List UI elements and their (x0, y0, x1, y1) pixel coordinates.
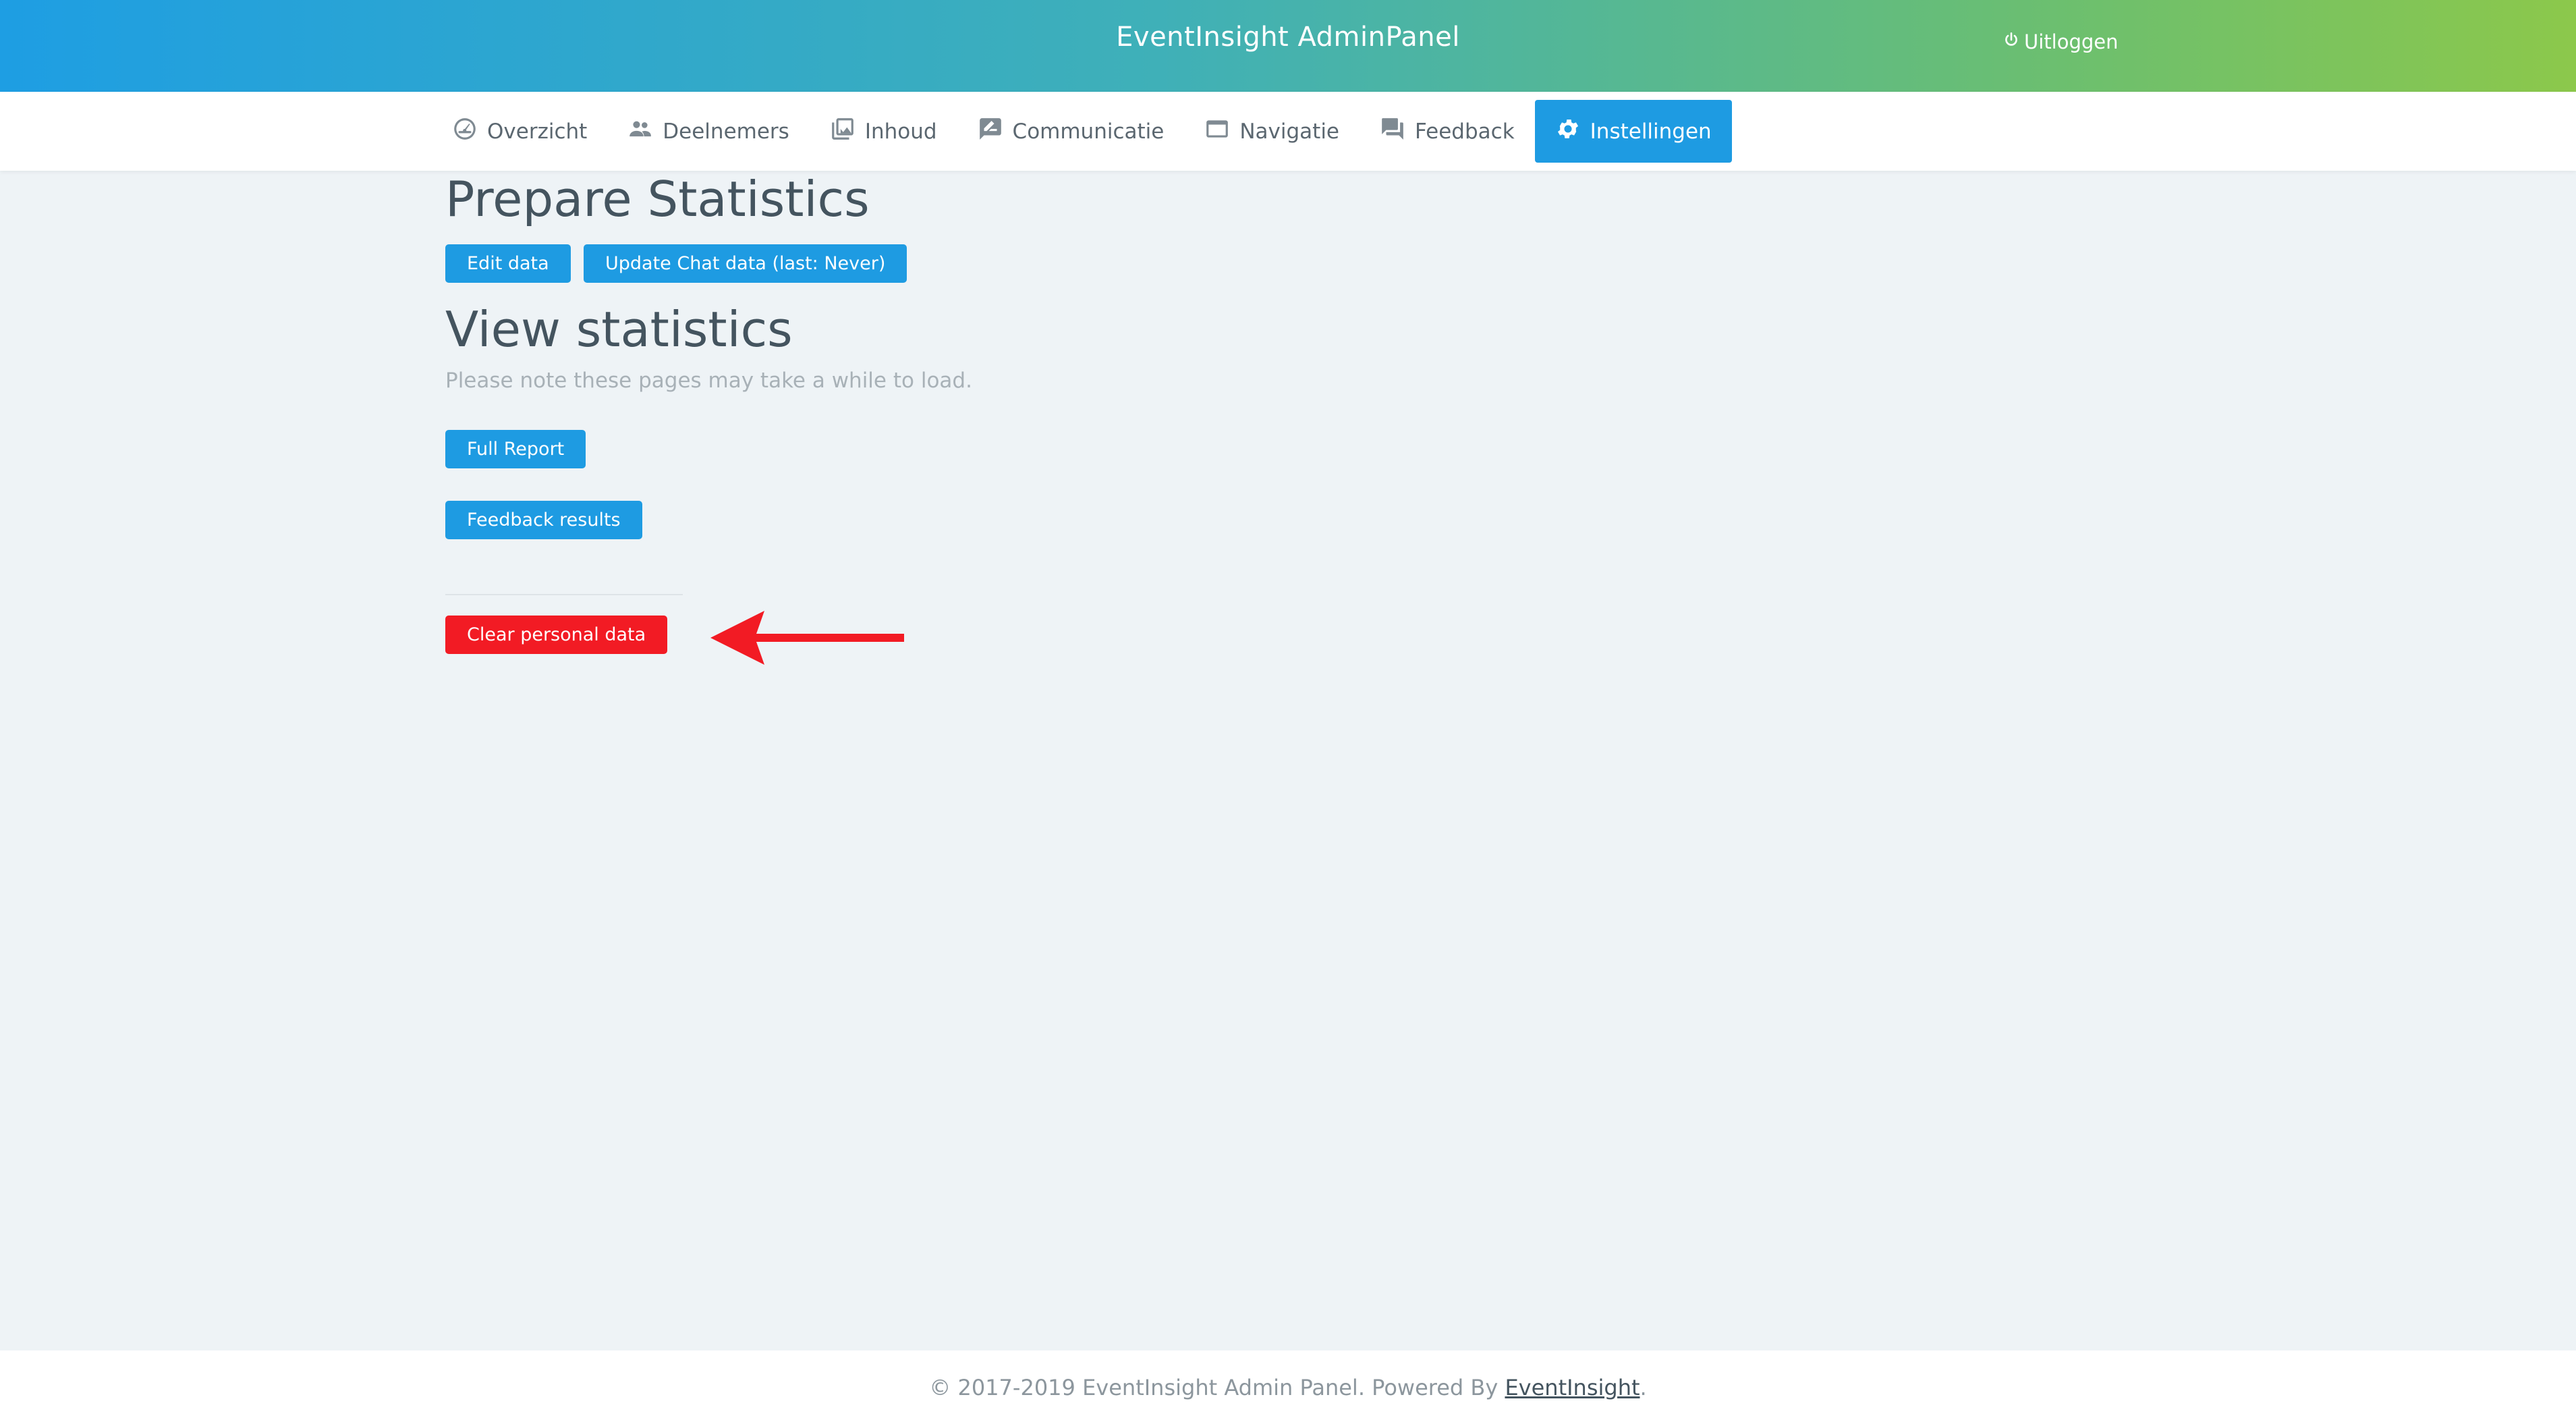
dashboard-icon (452, 116, 478, 147)
page-footer: © 2017-2019 EventInsight Admin Panel. Po… (0, 1350, 2576, 1420)
tab-label: Inhoud (864, 119, 937, 144)
section-divider (445, 594, 683, 595)
tab-navigatie[interactable]: Navigatie (1184, 100, 1360, 163)
tab-label: Instellingen (1590, 119, 1712, 144)
gear-icon (1555, 116, 1581, 147)
app-header: EventInsight AdminPanel Uitloggen (0, 0, 2576, 92)
library-icon (830, 116, 856, 147)
tab-label: Deelnemers (663, 119, 789, 144)
tab-label: Navigatie (1239, 119, 1340, 144)
tab-label: Feedback (1415, 119, 1515, 144)
tab-overzicht[interactable]: Overzicht (432, 100, 607, 163)
view-statistics-title: View statistics (445, 301, 793, 358)
load-note: Please note these pages may take a while… (445, 368, 972, 393)
people-icon (627, 116, 653, 147)
tab-feedback[interactable]: Feedback (1360, 100, 1535, 163)
footer-text: © 2017-2019 EventInsight Admin Panel. Po… (0, 1375, 2576, 1400)
logout-button[interactable]: Uitloggen (2003, 30, 2119, 53)
update-chat-data-button[interactable]: Update Chat data (last: Never) (584, 244, 907, 283)
power-icon (2003, 30, 2020, 53)
tab-deelnemers[interactable]: Deelnemers (607, 100, 810, 163)
tab-instellingen[interactable]: Instellingen (1534, 100, 1732, 163)
app-title: EventInsight AdminPanel (1116, 22, 1460, 53)
tab-communicatie[interactable]: Communicatie (957, 100, 1185, 163)
eventinsight-link[interactable]: EventInsight (1505, 1375, 1640, 1400)
main-nav: Overzicht Deelnemers Inhoud Communicatie… (0, 92, 2576, 171)
window-icon (1204, 116, 1230, 147)
footer-period: . (1640, 1375, 1647, 1400)
prepare-statistics-title: Prepare Statistics (445, 171, 870, 227)
feedback-results-button[interactable]: Feedback results (445, 501, 642, 539)
tab-label: Overzicht (487, 119, 588, 144)
full-report-button[interactable]: Full Report (445, 430, 586, 468)
copyright-text: © 2017-2019 EventInsight Admin Panel. Po… (929, 1375, 1505, 1400)
edit-data-button[interactable]: Edit data (445, 244, 571, 283)
annotation-arrow (710, 611, 904, 665)
forum-icon (1380, 116, 1405, 147)
logout-label: Uitloggen (2024, 30, 2119, 53)
tab-inhoud[interactable]: Inhoud (810, 100, 957, 163)
message-icon (978, 116, 1003, 147)
clear-personal-data-button[interactable]: Clear personal data (445, 616, 668, 654)
tab-label: Communicatie (1012, 119, 1165, 144)
